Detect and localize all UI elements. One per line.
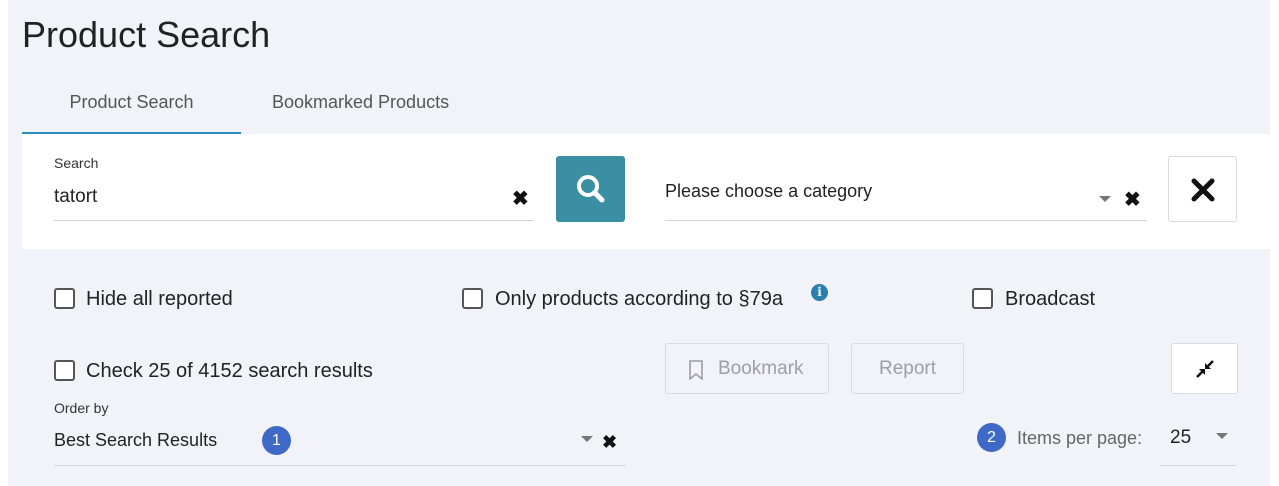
items-per-page-label: Items per page: — [1017, 428, 1143, 448]
bookmark-button-label: Bookmark — [718, 358, 804, 379]
reset-button[interactable] — [1168, 156, 1237, 222]
search-icon — [577, 175, 605, 203]
check-results-checkbox[interactable] — [54, 360, 75, 381]
compress-icon — [1196, 360, 1214, 378]
bookmark-icon — [689, 360, 703, 380]
order-by-label: Order by — [54, 400, 109, 416]
category-select[interactable]: Please choose a category — [665, 181, 872, 202]
search-panel: Search tatort ✖ Please choose a category… — [22, 134, 1270, 249]
report-button[interactable]: Report — [851, 343, 964, 394]
info-icon[interactable]: i — [811, 284, 828, 301]
compress-button[interactable] — [1171, 343, 1238, 394]
hide-reported-checkbox[interactable] — [54, 288, 75, 309]
tab-product-search[interactable]: Product Search — [22, 82, 241, 134]
order-underline — [54, 465, 626, 466]
order-badge: 1 — [262, 426, 291, 455]
order-dropdown-icon[interactable] — [581, 436, 593, 442]
search-input[interactable]: tatort — [54, 186, 97, 208]
items-per-page-select[interactable]: 25 — [1170, 427, 1191, 449]
tab-bookmarked-products[interactable]: Bookmarked Products — [272, 82, 472, 134]
hide-reported-label: Hide all reported — [86, 288, 233, 310]
broadcast-checkbox[interactable] — [972, 288, 993, 309]
search-button[interactable] — [556, 156, 625, 222]
broadcast-label: Broadcast — [1005, 288, 1096, 310]
items-per-page-dropdown-icon[interactable] — [1216, 433, 1228, 439]
category-clear-icon[interactable]: ✖ — [1124, 190, 1141, 210]
bookmark-button[interactable]: Bookmark — [665, 343, 829, 394]
category-underline — [665, 220, 1147, 221]
order-clear-icon[interactable]: ✖ — [602, 432, 617, 452]
page-title: Product Search — [22, 14, 271, 55]
only-79a-label: Only products according to §79a — [495, 288, 783, 310]
app-container: Product Search Product Search Bookmarked… — [8, 0, 1270, 486]
only-79a-checkbox[interactable] — [462, 288, 483, 309]
pagination-badge: 2 — [977, 423, 1006, 452]
close-icon — [1191, 178, 1215, 202]
search-clear-icon[interactable]: ✖ — [512, 189, 529, 209]
tab-bar: Product Search Bookmarked Products — [22, 82, 1270, 134]
check-results-label: Check 25 of 4152 search results — [86, 360, 373, 382]
order-by-select[interactable]: Best Search Results — [54, 430, 217, 451]
items-per-page-underline — [1160, 465, 1236, 466]
category-dropdown-icon[interactable] — [1099, 196, 1111, 202]
search-label: Search — [54, 155, 99, 171]
search-underline — [54, 220, 534, 221]
